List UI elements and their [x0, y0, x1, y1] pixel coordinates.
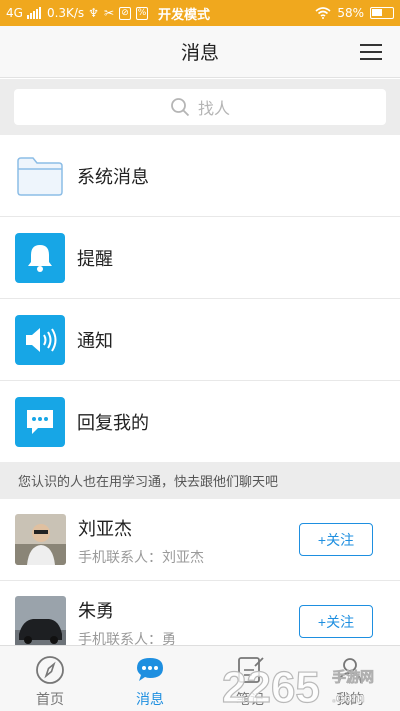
- list-item-notifications[interactable]: 通知: [0, 299, 400, 381]
- search-placeholder: 找人: [197, 99, 230, 118]
- battery-percent: 58%: [337, 6, 364, 20]
- tab-me[interactable]: 我的: [300, 646, 400, 711]
- wifi-icon: [315, 7, 331, 19]
- battery-icon: [370, 7, 394, 19]
- list-item-label: 回复我的: [77, 412, 149, 434]
- signal-icon: [26, 7, 41, 19]
- header: 消息: [0, 26, 400, 78]
- tab-label: 我的: [336, 692, 364, 708]
- notification-icon: ⊘: [119, 6, 132, 20]
- tab-notes[interactable]: 笔记: [200, 646, 300, 711]
- contact-name: 朱勇: [78, 601, 114, 622]
- developer-mode-label: 开发模式: [158, 7, 211, 23]
- list-item-system-messages[interactable]: 系统消息: [0, 135, 400, 217]
- chat-icon: [134, 654, 166, 686]
- menu-icon[interactable]: [360, 44, 382, 60]
- network-speed: 0.3K/s: [46, 6, 85, 20]
- speaker-icon: [15, 314, 65, 365]
- tab-label: 消息: [136, 692, 164, 708]
- list-item-label: 通知: [77, 330, 113, 352]
- avatar: [15, 514, 66, 565]
- tab-messages[interactable]: 消息: [100, 646, 200, 711]
- user-icon: [334, 654, 366, 686]
- suggestion-hint: 您认识的人也在用学习通，快去跟他们聊天吧: [0, 462, 400, 499]
- list-item-reminders[interactable]: 提醒: [0, 217, 400, 299]
- list-item-replies[interactable]: 回复我的: [0, 381, 400, 463]
- tab-label: 笔记: [236, 692, 264, 708]
- note-icon: [234, 654, 266, 686]
- contact-name: 刘亚杰: [78, 519, 132, 540]
- search-icon: [171, 98, 190, 117]
- bell-icon: [15, 232, 65, 283]
- bottom-tab-bar: 首页 消息 笔记 我的: [0, 645, 400, 711]
- chat-bubble-icon: [15, 396, 65, 447]
- avatar: [15, 596, 66, 647]
- search-input[interactable]: 找人: [14, 89, 386, 125]
- usb-icon: ♆: [88, 6, 99, 20]
- tab-home[interactable]: 首页: [0, 646, 100, 711]
- follow-button[interactable]: +关注: [299, 523, 373, 556]
- tab-label: 首页: [36, 692, 64, 708]
- contact-suggestions: 刘亚杰 手机联系人：刘亚杰 +关注 朱勇 手机联系人：勇 +关注: [0, 499, 400, 663]
- status-bar: 4G 0.3K/s ♆ ✂ ⊘ % 开发模式 58%: [0, 0, 400, 26]
- folder-icon: [15, 151, 65, 201]
- message-category-list: 系统消息 提醒 通知 回复我的: [0, 135, 400, 463]
- list-item-label: 系统消息: [77, 166, 149, 188]
- contact-source: 手机联系人：刘亚杰: [78, 550, 204, 566]
- tools-icon: ✂: [103, 6, 115, 20]
- app-notification-icon: %: [136, 6, 149, 20]
- search-bar: 找人: [0, 79, 400, 135]
- compass-icon: [34, 654, 66, 686]
- network-type: 4G: [6, 6, 23, 20]
- contact-row[interactable]: 刘亚杰 手机联系人：刘亚杰 +关注: [0, 499, 400, 581]
- follow-button[interactable]: +关注: [299, 605, 373, 638]
- page-title: 消息: [180, 42, 219, 64]
- list-item-label: 提醒: [77, 248, 113, 270]
